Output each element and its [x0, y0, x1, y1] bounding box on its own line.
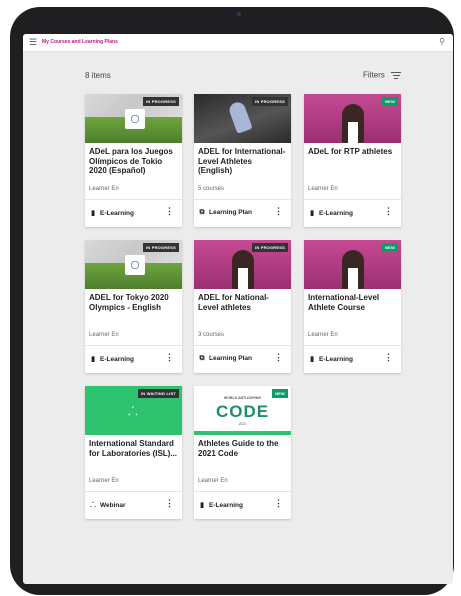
webinar-icon: ⸫	[90, 502, 96, 509]
course-subtitle: 5 courses	[198, 186, 225, 192]
status-badge: NEW	[382, 243, 398, 252]
olympic-rings-icon: ◯	[125, 109, 145, 129]
camera-icon	[237, 12, 241, 16]
course-subtitle: Learner En	[308, 332, 338, 338]
course-subtitle: Learner En	[198, 478, 228, 484]
items-count: 8 items	[85, 71, 111, 80]
course-type: ▮ E-Learning	[89, 209, 134, 217]
course-type: ▮ E-Learning	[308, 209, 353, 217]
more-options-icon[interactable]: ⋮	[274, 352, 283, 363]
learning-plan-icon: ⧉	[199, 209, 205, 216]
card-footer: ▮ E-Learning ⋮	[194, 491, 291, 520]
course-title[interactable]: ADeL for RTP athletes	[308, 147, 398, 157]
more-options-icon[interactable]: ⋮	[274, 498, 283, 509]
document-icon: ▮	[310, 356, 314, 363]
status-badge: IN WAITING LIST	[138, 389, 179, 398]
filter-icon	[391, 70, 402, 81]
course-subtitle: Learner En	[308, 186, 338, 192]
course-thumbnail[interactable]: ⸫ IN WAITING LIST	[85, 386, 182, 435]
course-card[interactable]: ◯ IN PROGRESS ADeL para los Juegos Olímpic…	[85, 94, 182, 227]
document-icon: ▮	[91, 356, 95, 363]
document-icon: ▮	[91, 210, 95, 217]
status-badge: IN PROGRESS	[252, 243, 288, 252]
more-options-icon[interactable]: ⋮	[165, 352, 174, 363]
course-type-label: Webinar	[100, 502, 126, 509]
code-thumb-year: 2021	[238, 422, 247, 426]
learning-plan-icon: ⧉	[199, 355, 205, 362]
course-card[interactable]: IN PROGRESS ADEL for National-Level athle…	[194, 240, 291, 373]
course-type-label: Learning Plan	[209, 209, 252, 216]
app-screen: ☰ My Courses and Learning Plans ⚲ 8 item…	[23, 34, 453, 584]
filters-label: Filters	[363, 70, 385, 80]
course-title[interactable]: ADeL para los Juegos Olímpicos de Tokio …	[89, 147, 179, 176]
more-options-icon[interactable]: ⋮	[384, 206, 393, 217]
course-thumbnail[interactable]: ◯ IN PROGRESS	[85, 94, 182, 143]
course-type: ⧉ Learning Plan	[198, 209, 252, 217]
course-subtitle: Learner En	[89, 478, 119, 484]
card-footer: ▮ E-Learning ⋮	[304, 199, 401, 228]
code-thumb-main: CODE	[215, 402, 270, 421]
course-title[interactable]: ADEL for Tokyo 2020 Olympics - English	[89, 293, 179, 312]
course-type-label: E-Learning	[319, 210, 353, 217]
course-type: ⸫ Webinar	[89, 501, 126, 510]
card-footer: ▮ E-Learning ⋮	[304, 345, 401, 374]
webinar-icon: ⸫	[128, 404, 138, 418]
more-options-icon[interactable]: ⋮	[165, 206, 174, 217]
card-footer: ⸫ Webinar ⋮	[85, 491, 182, 520]
course-type-label: E-Learning	[319, 356, 353, 363]
filters-button[interactable]: Filters	[363, 70, 402, 81]
card-footer: ⧉ Learning Plan ⋮	[194, 199, 291, 228]
status-badge: NEW	[272, 389, 288, 398]
document-icon: ▮	[200, 502, 204, 509]
hamburger-menu-icon[interactable]: ☰	[29, 37, 37, 48]
status-badge: NEW	[382, 97, 398, 106]
card-footer: ⧉ Learning Plan ⋮	[194, 345, 291, 374]
search-icon[interactable]: ⚲	[439, 37, 445, 47]
more-options-icon[interactable]: ⋮	[165, 498, 174, 509]
course-card[interactable]: ⸫ IN WAITING LIST International Standard f…	[85, 386, 182, 519]
card-footer: ▮ E-Learning ⋮	[85, 345, 182, 374]
more-options-icon[interactable]: ⋮	[274, 206, 283, 217]
course-thumbnail[interactable]: WORLD ANTI-DOPING CODE 2021 NEW	[194, 386, 291, 435]
course-type: ▮ E-Learning	[308, 355, 353, 363]
document-icon: ▮	[310, 210, 314, 217]
course-type-label: Learning Plan	[209, 355, 252, 362]
course-card[interactable]: NEW ADeL for RTP athletes Learner En ▮ E-Lea…	[304, 94, 401, 227]
course-subtitle: 3 courses	[198, 332, 225, 338]
card-footer: ▮ E-Learning ⋮	[85, 199, 182, 228]
course-type-label: E-Learning	[209, 502, 243, 509]
course-type: ▮ E-Learning	[198, 501, 243, 509]
more-options-icon[interactable]: ⋮	[384, 352, 393, 363]
course-type: ▮ E-Learning	[89, 355, 134, 363]
course-card[interactable]: NEW International-Level Athlete Course Lea…	[304, 240, 401, 373]
course-title[interactable]: Athletes Guide to the 2021 Code	[198, 439, 288, 458]
course-subtitle: Learner En	[89, 186, 119, 192]
course-card[interactable]: WORLD ANTI-DOPING CODE 2021 NEW Athletes Gui…	[194, 386, 291, 519]
course-type: ⧉ Learning Plan	[198, 355, 252, 363]
course-title[interactable]: ADEL for International-Level Athletes (E…	[198, 147, 288, 176]
course-title[interactable]: International-Level Athlete Course	[308, 293, 398, 312]
olympic-rings-icon: ◯	[125, 255, 145, 275]
course-thumbnail[interactable]: NEW	[304, 94, 401, 143]
course-subtitle: Learner En	[89, 332, 119, 338]
course-card[interactable]: IN PROGRESS ADEL for International-Level …	[194, 94, 291, 227]
course-title[interactable]: ADEL for National-Level athletes	[198, 293, 288, 312]
course-thumbnail[interactable]: IN PROGRESS	[194, 94, 291, 143]
course-thumbnail[interactable]: ◯ IN PROGRESS	[85, 240, 182, 289]
top-bar: ☰ My Courses and Learning Plans ⚲	[23, 34, 453, 52]
page-title: My Courses and Learning Plans	[42, 39, 118, 45]
course-thumbnail[interactable]: IN PROGRESS	[194, 240, 291, 289]
course-title[interactable]: International Standard for Laboratories …	[89, 439, 179, 458]
course-card[interactable]: ◯ IN PROGRESS ADEL for Tokyo 2020 Olympics…	[85, 240, 182, 373]
status-badge: IN PROGRESS	[143, 97, 179, 106]
skier-image	[227, 100, 253, 134]
status-badge: IN PROGRESS	[143, 243, 179, 252]
status-badge: IN PROGRESS	[252, 97, 288, 106]
course-type-label: E-Learning	[100, 356, 134, 363]
course-thumbnail[interactable]: NEW	[304, 240, 401, 289]
course-type-label: E-Learning	[100, 210, 134, 217]
